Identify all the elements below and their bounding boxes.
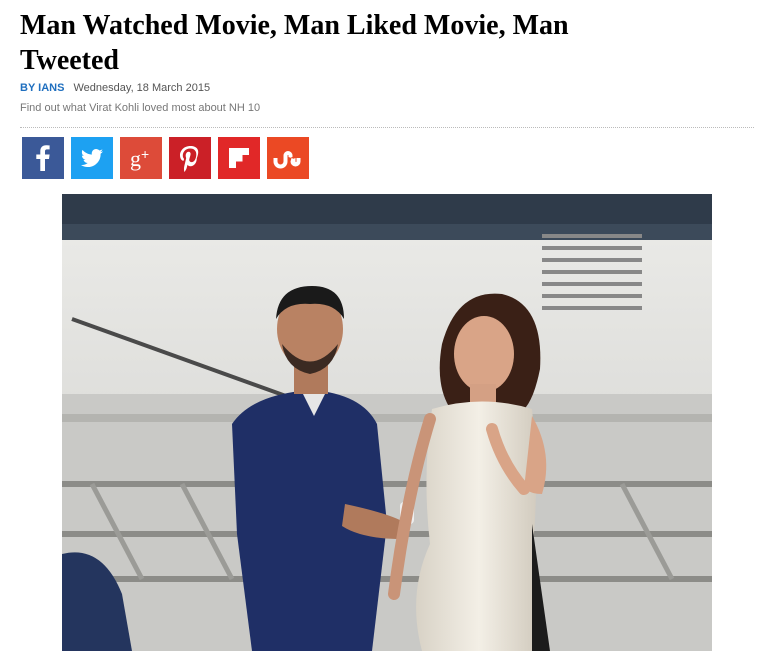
facebook-share-button[interactable]	[22, 137, 64, 179]
facebook-icon	[36, 145, 50, 171]
share-bar: g +	[22, 137, 309, 179]
stumbleupon-icon	[273, 151, 301, 169]
article-photo	[62, 194, 712, 651]
author-link[interactable]: IANS	[38, 82, 64, 94]
google-plus-share-button[interactable]: g +	[120, 137, 162, 179]
byline: BY IANS Wednesday, 18 March 2015	[20, 82, 210, 94]
flipboard-share-button[interactable]	[218, 137, 260, 179]
svg-text:+: +	[141, 146, 149, 162]
stumbleupon-share-button[interactable]	[267, 137, 309, 179]
svg-text:g: g	[130, 146, 141, 171]
google-plus-icon: g +	[130, 146, 149, 171]
flipboard-icon	[229, 148, 249, 168]
article-headline: Man Watched Movie, Man Liked Movie, Man …	[20, 10, 569, 76]
photo-illustration	[62, 194, 712, 651]
article-summary: Find out what Virat Kohli loved most abo…	[20, 102, 261, 114]
pinterest-share-button[interactable]	[169, 137, 211, 179]
twitter-icon	[81, 149, 103, 168]
pinterest-icon	[180, 146, 199, 172]
publish-date: Wednesday, 18 March 2015	[73, 82, 211, 94]
byline-prefix: BY IANS	[20, 82, 65, 94]
twitter-share-button[interactable]	[71, 137, 113, 179]
divider	[20, 127, 754, 128]
